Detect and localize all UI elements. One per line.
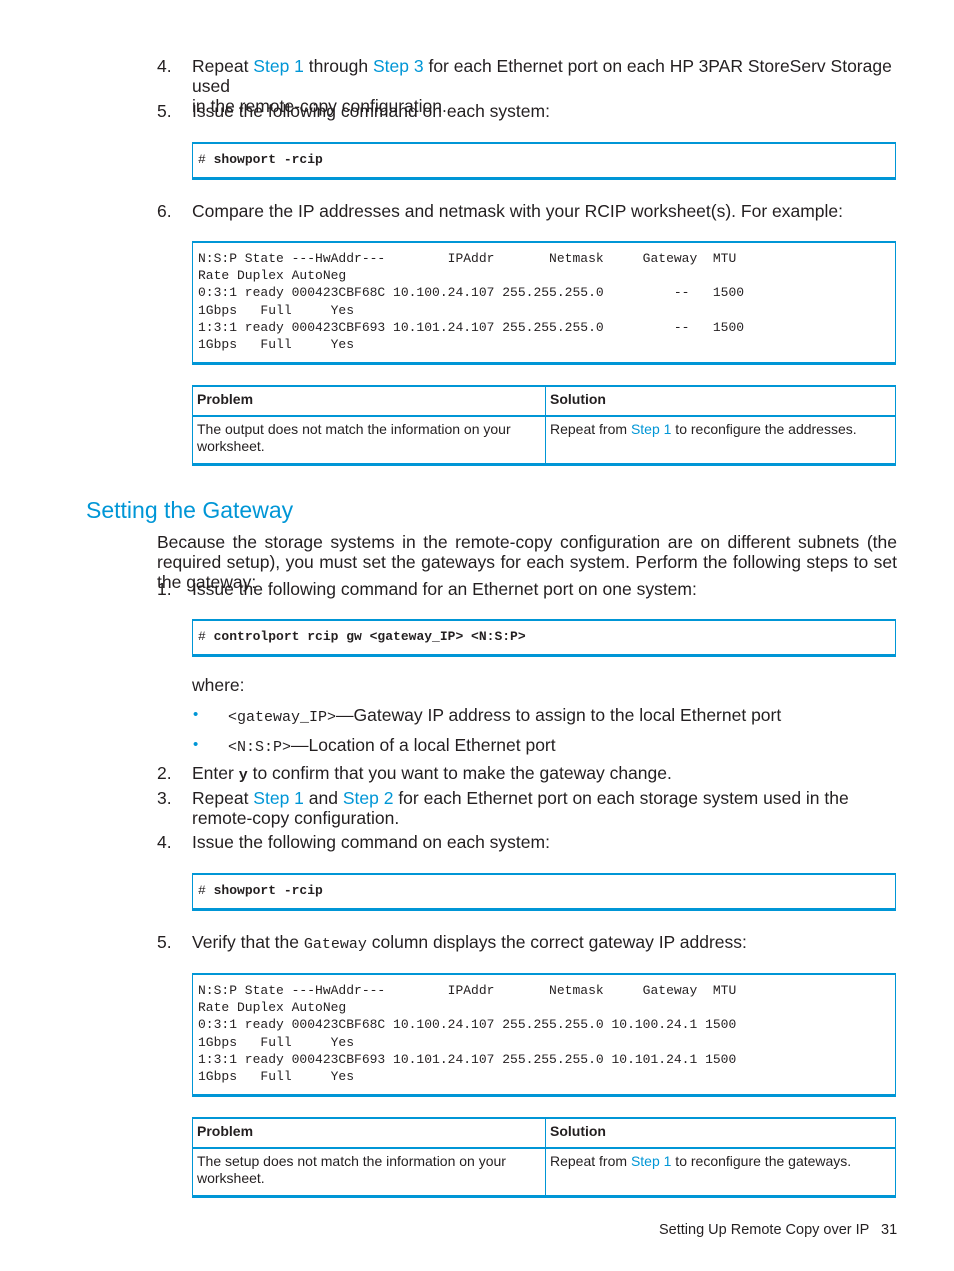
text: to confirm that you want to make the gat… [247,763,672,783]
code-text: <gateway_IP> [228,709,337,726]
step-number: 3. [157,788,172,808]
step-3-text: Repeat Step 1 and Step 2 for each Ethern… [192,788,902,828]
text: —Gateway IP address to assign to the loc… [336,705,782,725]
prompt: # [198,152,214,167]
output-line: 1Gbps Full Yes [198,302,355,318]
code-text: y [238,767,248,784]
step-1-link[interactable]: Step 1 [253,56,304,76]
text: to reconfigure the gateways. [671,1153,852,1169]
output-line: Rate Duplex AutoNeg [198,1000,347,1016]
step-2-text: Enter y to confirm that you want to make… [192,763,672,786]
output-line: 1:3:1 ready 000423CBF693 10.101.24.107 2… [198,1051,737,1067]
solution-cell: Repeat from Step 1 to reconfigure the ga… [545,1147,896,1197]
step-2-link[interactable]: Step 2 [343,788,394,808]
output-box: N:S:P State ---HwAddr--- IPAddr Netmask … [192,241,896,365]
command-text: showport -rcip [213,883,323,898]
output-line: Rate Duplex AutoNeg [198,268,347,284]
text: for each Ethernet port on each storage s… [393,788,849,808]
step-number: 5. [157,101,172,121]
code-text: <N:S:P> [228,739,292,756]
header-solution: Solution [545,385,896,417]
problem-solution-table: Problem Solution The setup does not matc… [192,1117,896,1198]
output-line: 1Gbps Full Yes [198,337,355,353]
step-5-text: Issue the following command on each syst… [192,101,550,121]
output-line: 1Gbps Full Yes [198,1069,355,1085]
command-text: showport -rcip [213,152,323,167]
step-number: 6. [157,201,172,221]
text: through [303,56,373,76]
text: remote-copy configuration. [192,808,400,828]
text: Repeat from [550,1153,631,1169]
header-problem: Problem [192,385,546,417]
table-header-row: Problem Solution [192,385,896,417]
text: Repeat [192,788,254,808]
problem-cell: The output does not match the informatio… [192,415,546,465]
text: and [303,788,343,808]
step-number: 5. [157,932,172,952]
output-line: 0:3:1 ready 000423CBF68C 10.100.24.107 2… [198,1017,737,1033]
step-number: 2. [157,763,172,783]
code-text: Gateway [303,936,367,953]
table-header-row: Problem Solution [192,1117,896,1149]
step-5-text: Verify that the Gateway column displays … [192,932,747,955]
output-box: N:S:P State ---HwAddr--- IPAddr Netmask … [192,973,896,1097]
command-box: # showport -rcip [192,873,896,911]
step-4-text: Issue the following command on each syst… [192,832,550,852]
output-line: 1:3:1 ready 000423CBF693 10.101.24.107 2… [198,319,745,335]
text: Verify that the [192,932,304,952]
step-6-text: Compare the IP addresses and netmask wit… [192,201,844,221]
step-1-text: Issue the following command for an Ether… [192,579,697,599]
bullet-icon: • [193,706,199,723]
prompt: # [198,883,214,898]
text: Enter [192,763,239,783]
text: Repeat from [550,421,631,437]
section-title: Setting the Gateway [86,497,294,523]
step-1-link[interactable]: Step 1 [631,421,671,437]
table-row: The output does not match the informatio… [192,415,896,465]
step-1-link[interactable]: Step 1 [631,1153,671,1169]
command-box: # controlport rcip gw <gateway_IP> <N:S:… [192,619,896,657]
page-number: 31 [881,1222,898,1238]
output-line: N:S:P State ---HwAddr--- IPAddr Netmask … [198,251,737,266]
bullet-item: <N:S:P>—Location of a local Ethernet por… [228,735,556,758]
bullet-item: <gateway_IP>—Gateway IP address to assig… [228,705,781,728]
solution-cell: Repeat from Step 1 to reconfigure the ad… [545,415,896,465]
text: Repeat [192,56,254,76]
where-label: where: [192,675,245,695]
step-number: 4. [157,56,172,76]
bullet-icon: • [193,736,199,753]
text: —Location of a local Ethernet port [291,735,556,755]
output-line: 1Gbps Full Yes [198,1034,355,1050]
output-line: N:S:P State ---HwAddr--- IPAddr Netmask … [198,983,737,998]
text: to reconfigure the addresses. [671,421,857,437]
step-3-link[interactable]: Step 3 [373,56,424,76]
prompt: # [198,629,214,644]
problem-cell: The setup does not match the information… [192,1147,546,1197]
table-row: The setup does not match the information… [192,1147,896,1197]
command-text: controlport rcip gw <gateway_IP> <N:S:P> [213,629,526,644]
step-number: 4. [157,832,172,852]
problem-solution-table: Problem Solution The output does not mat… [192,385,896,466]
text: column displays the correct gateway IP a… [366,932,747,952]
header-problem: Problem [192,1117,546,1149]
header-solution: Solution [545,1117,896,1149]
step-1-link[interactable]: Step 1 [253,788,304,808]
footer-chapter-title: Setting Up Remote Copy over IP [659,1222,870,1238]
step-number: 1. [157,579,172,599]
command-box: # showport -rcip [192,142,896,180]
output-line: 0:3:1 ready 000423CBF68C 10.100.24.107 2… [198,285,745,301]
